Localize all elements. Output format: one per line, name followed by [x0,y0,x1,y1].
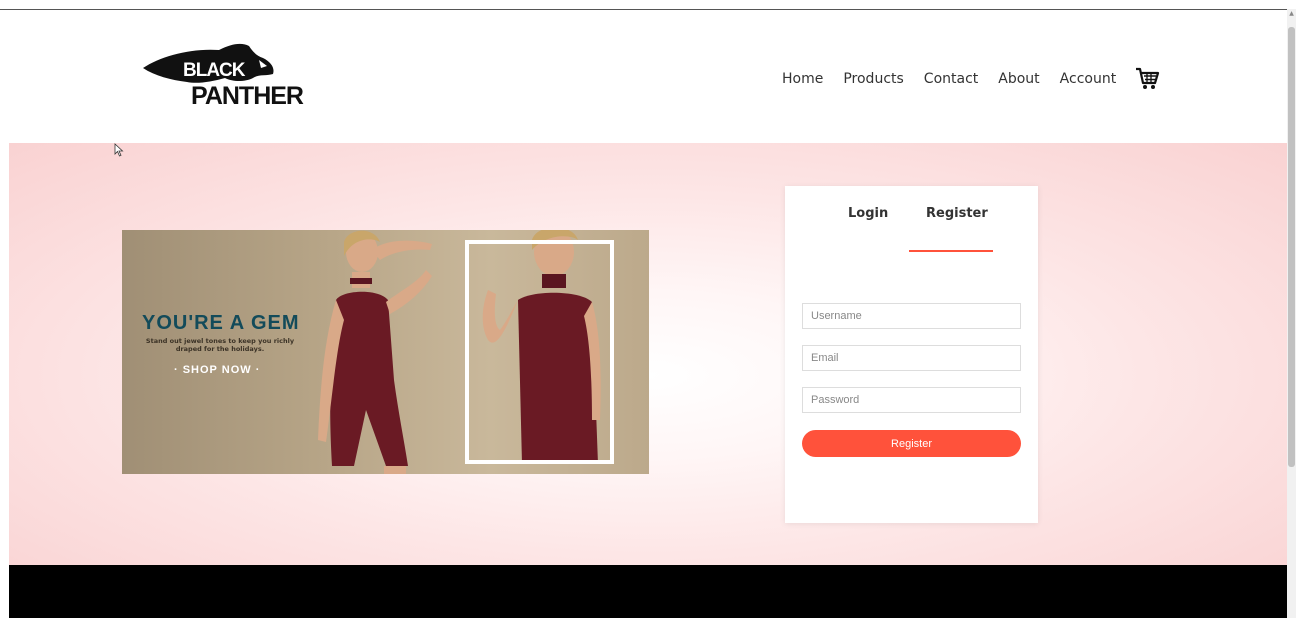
register-button[interactable]: Register [802,430,1021,457]
password-field[interactable] [802,387,1021,413]
active-tab-indicator [909,250,993,252]
brand-logo[interactable]: BLACK PANTHER [141,38,311,116]
site-header: BLACK PANTHER Home Products Contact Abou… [9,10,1287,143]
nav-about-link[interactable]: About [998,71,1039,87]
shopping-cart-icon[interactable] [1134,66,1160,92]
main-nav: Home Products Contact About Account [782,66,1160,92]
tab-login[interactable]: Login [848,206,888,221]
footer [9,565,1287,618]
auth-form-container: Login Register Register [785,186,1038,523]
photo-frame [465,240,614,464]
banner-headline: YOU'RE A GEM [142,312,300,334]
banner-subtext: Stand out jewel tones to keep you richly… [145,337,295,353]
username-field[interactable] [802,303,1021,329]
mouse-cursor-icon [114,143,124,157]
logo-word-panther: PANTHER [191,82,304,110]
logo-word-black: BLACK [183,60,245,81]
scrollbar-thumb[interactable] [1288,27,1295,467]
promo-banner[interactable]: YOU'RE A GEM Stand out jewel tones to ke… [122,230,649,474]
auth-tabs: Login Register [785,206,1038,252]
email-field[interactable] [802,345,1021,371]
scroll-up-arrow-icon[interactable]: ▲ [1287,9,1296,18]
hero-section: YOU'RE A GEM Stand out jewel tones to ke… [9,143,1287,565]
tab-register[interactable]: Register [926,206,988,221]
page: BLACK PANTHER Home Products Contact Abou… [9,10,1287,618]
shop-now-link[interactable]: · SHOP NOW · [174,364,260,376]
nav-account-link[interactable]: Account [1060,71,1117,87]
vertical-scrollbar[interactable]: ▲ [1287,9,1296,618]
nav-contact-link[interactable]: Contact [924,71,978,87]
nav-home-link[interactable]: Home [782,71,823,87]
nav-products-link[interactable]: Products [843,71,903,87]
